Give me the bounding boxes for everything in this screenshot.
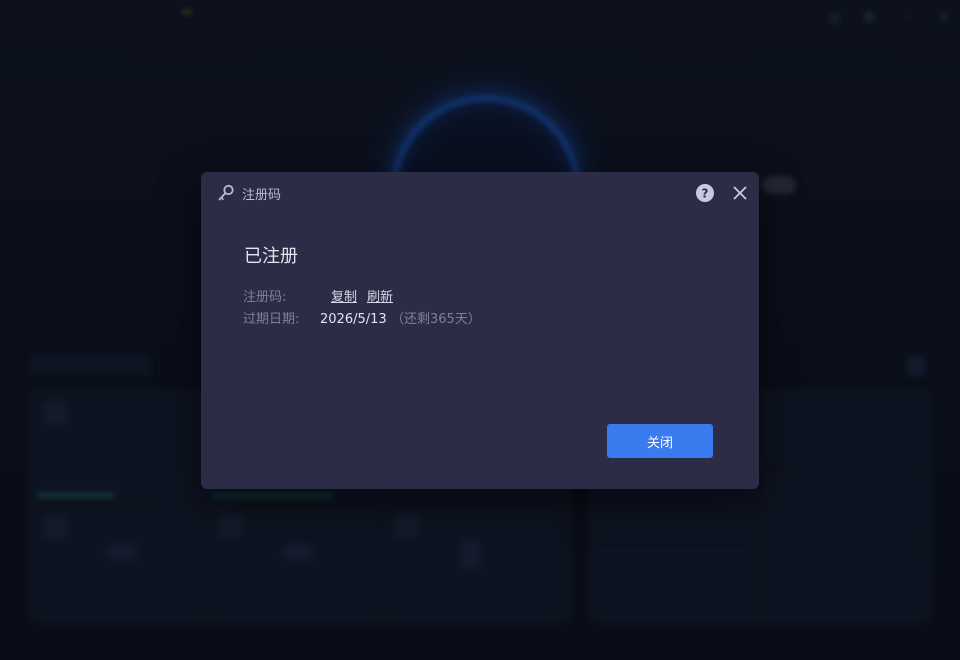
registration-code-label: 注册码:	[243, 290, 287, 305]
registration-dialog: 注册码 ? 已注册 注册码: 复制 刷新 过期日期: 2026/5/13 （还剩…	[201, 172, 759, 489]
copy-link[interactable]: 复制	[331, 288, 357, 308]
close-icon[interactable]	[732, 185, 748, 201]
registration-status: 已注册	[244, 246, 298, 267]
days-remaining: （还剩365天）	[391, 312, 481, 327]
key-icon	[218, 184, 234, 201]
dialog-title: 注册码	[242, 188, 282, 203]
dialog-header: 注册码 ?	[201, 172, 759, 214]
expiry-label: 过期日期:	[243, 312, 300, 327]
close-button[interactable]: 关闭	[607, 424, 713, 458]
svg-text:?: ?	[702, 186, 709, 200]
refresh-link[interactable]: 刷新	[367, 288, 393, 308]
help-icon[interactable]: ?	[696, 184, 714, 202]
expiry-date: 2026/5/13	[320, 312, 387, 327]
